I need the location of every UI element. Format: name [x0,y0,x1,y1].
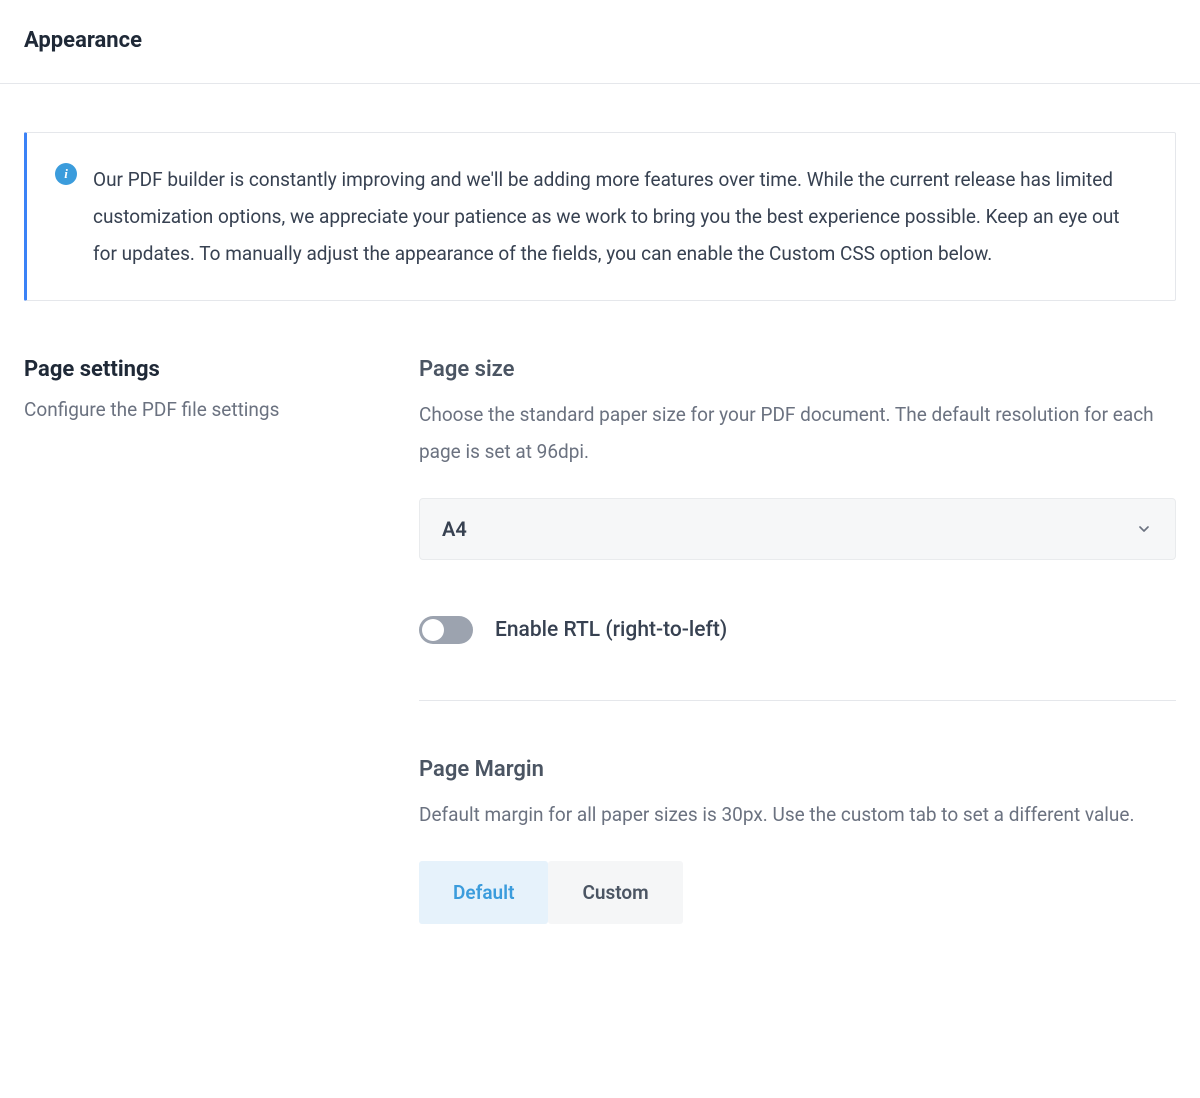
toggle-knob [422,619,444,641]
page-size-desc: Choose the standard paper size for your … [419,396,1176,470]
tab-default[interactable]: Default [419,861,548,924]
page-margin-title: Page Margin [419,757,1176,782]
chevron-down-icon [1135,520,1153,538]
page-settings-desc: Configure the PDF file settings [24,396,419,425]
rtl-toggle-label: Enable RTL (right-to-left) [495,618,727,642]
page-margin-tabs: Default Custom [419,861,1176,924]
page-size-select[interactable]: A4 [419,498,1176,560]
page-settings-title: Page settings [24,357,419,382]
tab-custom[interactable]: Custom [548,861,682,924]
info-icon: i [55,163,77,185]
info-banner: i Our PDF builder is constantly improvin… [24,132,1176,301]
page-title: Appearance [24,28,1176,53]
info-text: Our PDF builder is constantly improving … [93,161,1139,272]
page-margin-desc: Default margin for all paper sizes is 30… [419,796,1176,833]
rtl-toggle[interactable] [419,616,473,644]
page-size-value: A4 [442,517,467,541]
divider [419,700,1176,701]
page-size-title: Page size [419,357,1176,382]
